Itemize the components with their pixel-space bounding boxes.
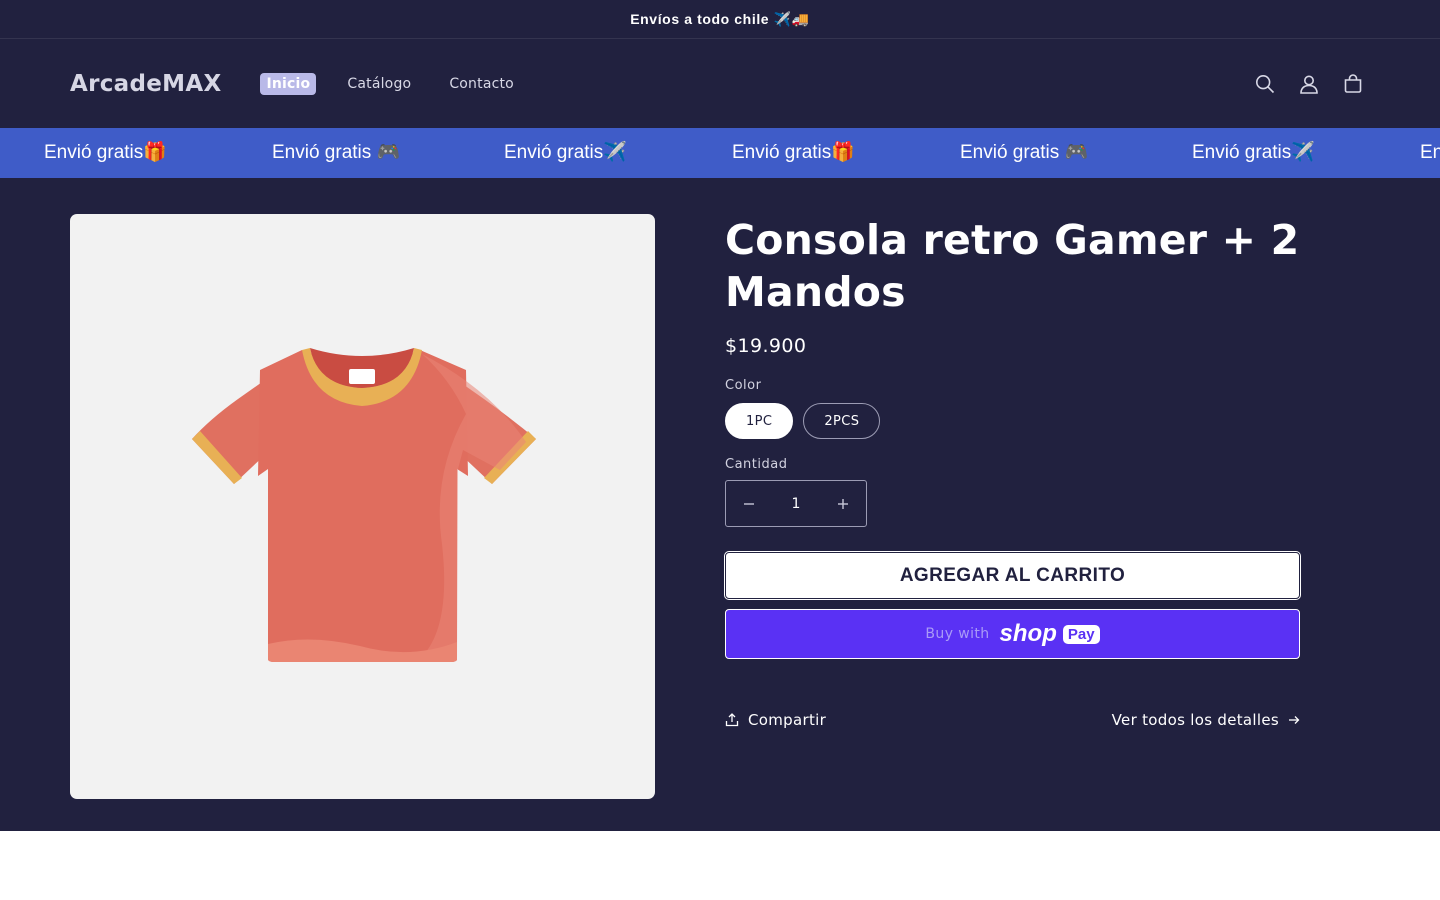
share-button[interactable]: Compartir bbox=[725, 711, 826, 729]
main-nav: Inicio Catálogo Contacto bbox=[260, 72, 551, 95]
promo-marquee: Envió gratis🎁 Envió gratis 🎮 Envió grati… bbox=[0, 128, 1440, 178]
plus-icon bbox=[837, 498, 848, 509]
variant-option-2pcs[interactable]: 2PCS bbox=[803, 403, 881, 439]
color-label: Color bbox=[725, 378, 762, 393]
shop-pay-logo-text: shop bbox=[999, 620, 1057, 647]
view-details-label: Ver todos los detalles bbox=[1111, 711, 1279, 729]
decrease-quantity-button[interactable] bbox=[738, 493, 760, 515]
increase-quantity-button[interactable] bbox=[832, 493, 854, 515]
shop-pay-badge: Pay bbox=[1062, 624, 1100, 644]
variant-picker: 1PC 2PCS bbox=[725, 403, 1300, 439]
product-info: Consola retro Gamer + 2 Mandos $19.900 C… bbox=[724, 214, 1301, 729]
quantity-label: Cantidad bbox=[725, 457, 788, 472]
marquee-item: Envió gratis✈️ bbox=[504, 142, 627, 163]
nav-link-catalogo[interactable]: Catálogo bbox=[347, 76, 411, 92]
page-bottom-area bbox=[0, 831, 1440, 900]
quantity-stepper: 1 bbox=[725, 480, 867, 527]
product-section: Consola retro Gamer + 2 Mandos $19.900 C… bbox=[0, 178, 1440, 831]
cart-icon[interactable] bbox=[1341, 72, 1364, 95]
announcement-bar: Envíos a todo chile ✈️🚚 bbox=[0, 0, 1440, 39]
view-details-link[interactable]: Ver todos los detalles bbox=[1112, 711, 1300, 729]
share-icon bbox=[725, 713, 739, 727]
marquee-item: Envió gratis🎁 bbox=[44, 142, 167, 163]
nav-link-inicio[interactable]: Inicio bbox=[260, 72, 317, 95]
share-label: Compartir bbox=[748, 711, 827, 729]
marquee-item: Envió gratis 🎮 bbox=[272, 142, 401, 163]
marquee-item: Envió gratis✈️ bbox=[1192, 142, 1315, 163]
quantity-input[interactable]: 1 bbox=[792, 496, 801, 512]
account-icon[interactable] bbox=[1297, 72, 1320, 95]
product-title: Consola retro Gamer + 2 Mandos bbox=[725, 216, 1300, 316]
tshirt-placeholder-image bbox=[192, 348, 536, 662]
nav-link-contacto[interactable]: Contacto bbox=[449, 76, 514, 92]
buy-with-label: Buy with bbox=[925, 626, 990, 642]
site-header: ArcadeMAX Inicio Catálogo Contacto bbox=[0, 39, 1440, 128]
search-icon[interactable] bbox=[1253, 72, 1276, 95]
minus-icon bbox=[744, 502, 754, 505]
shop-pay-button[interactable]: Buy with shop Pay bbox=[725, 609, 1300, 659]
marquee-item: Envió gratis 🎮 bbox=[960, 142, 1089, 163]
marquee-item: Envió gratis🎁 bbox=[1420, 142, 1440, 163]
product-actions: Compartir Ver todos los detalles bbox=[725, 711, 1300, 729]
add-to-cart-button[interactable]: AGREGAR AL CARRITO bbox=[724, 551, 1301, 600]
variant-option-1pc[interactable]: 1PC bbox=[725, 403, 794, 439]
product-image[interactable] bbox=[70, 214, 655, 799]
product-price: $19.900 bbox=[725, 335, 807, 357]
arrow-right-icon bbox=[1289, 716, 1300, 724]
store-logo[interactable]: ArcadeMAX bbox=[70, 71, 221, 97]
marquee-item: Envió gratis🎁 bbox=[732, 142, 855, 163]
announcement-text: Envíos a todo chile ✈️🚚 bbox=[630, 10, 810, 27]
header-icons bbox=[1253, 39, 1364, 128]
